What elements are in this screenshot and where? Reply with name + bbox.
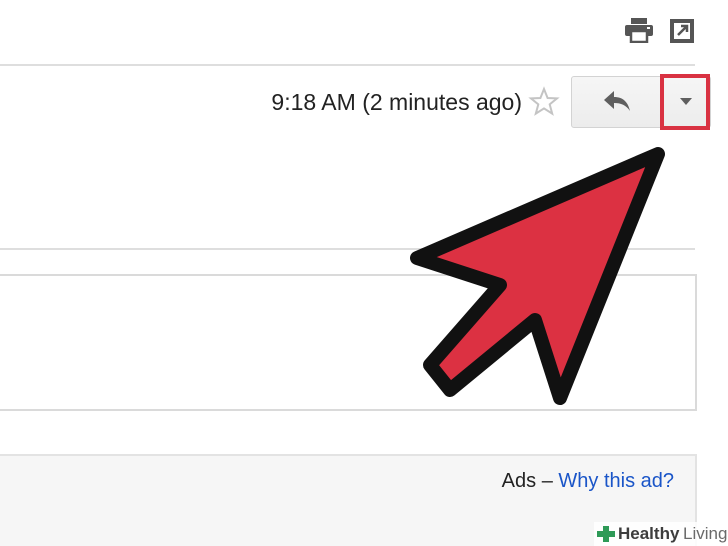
watermark-logo: Healthy Living — [594, 522, 728, 546]
top-divider — [0, 64, 695, 66]
highlight-box — [660, 74, 710, 130]
open-in-new-window-icon[interactable] — [668, 17, 696, 45]
star-icon[interactable] — [528, 86, 560, 118]
watermark-text-2: Living — [683, 524, 728, 543]
why-this-ad-link[interactable]: Why this ad? — [558, 470, 674, 492]
plus-icon — [597, 526, 615, 542]
ads-label: Ads – — [501, 470, 553, 492]
message-timestamp: 9:18 AM (2 minutes ago) — [271, 89, 522, 115]
ads-line: Ads – Why this ad? — [502, 470, 674, 493]
ads-panel — [0, 454, 697, 546]
reply-icon — [604, 91, 630, 111]
print-icon[interactable] — [624, 17, 654, 44]
pointer-arrow-icon — [410, 147, 665, 405]
reply-button[interactable] — [572, 77, 662, 127]
watermark-text-1: Healthy — [618, 524, 680, 543]
